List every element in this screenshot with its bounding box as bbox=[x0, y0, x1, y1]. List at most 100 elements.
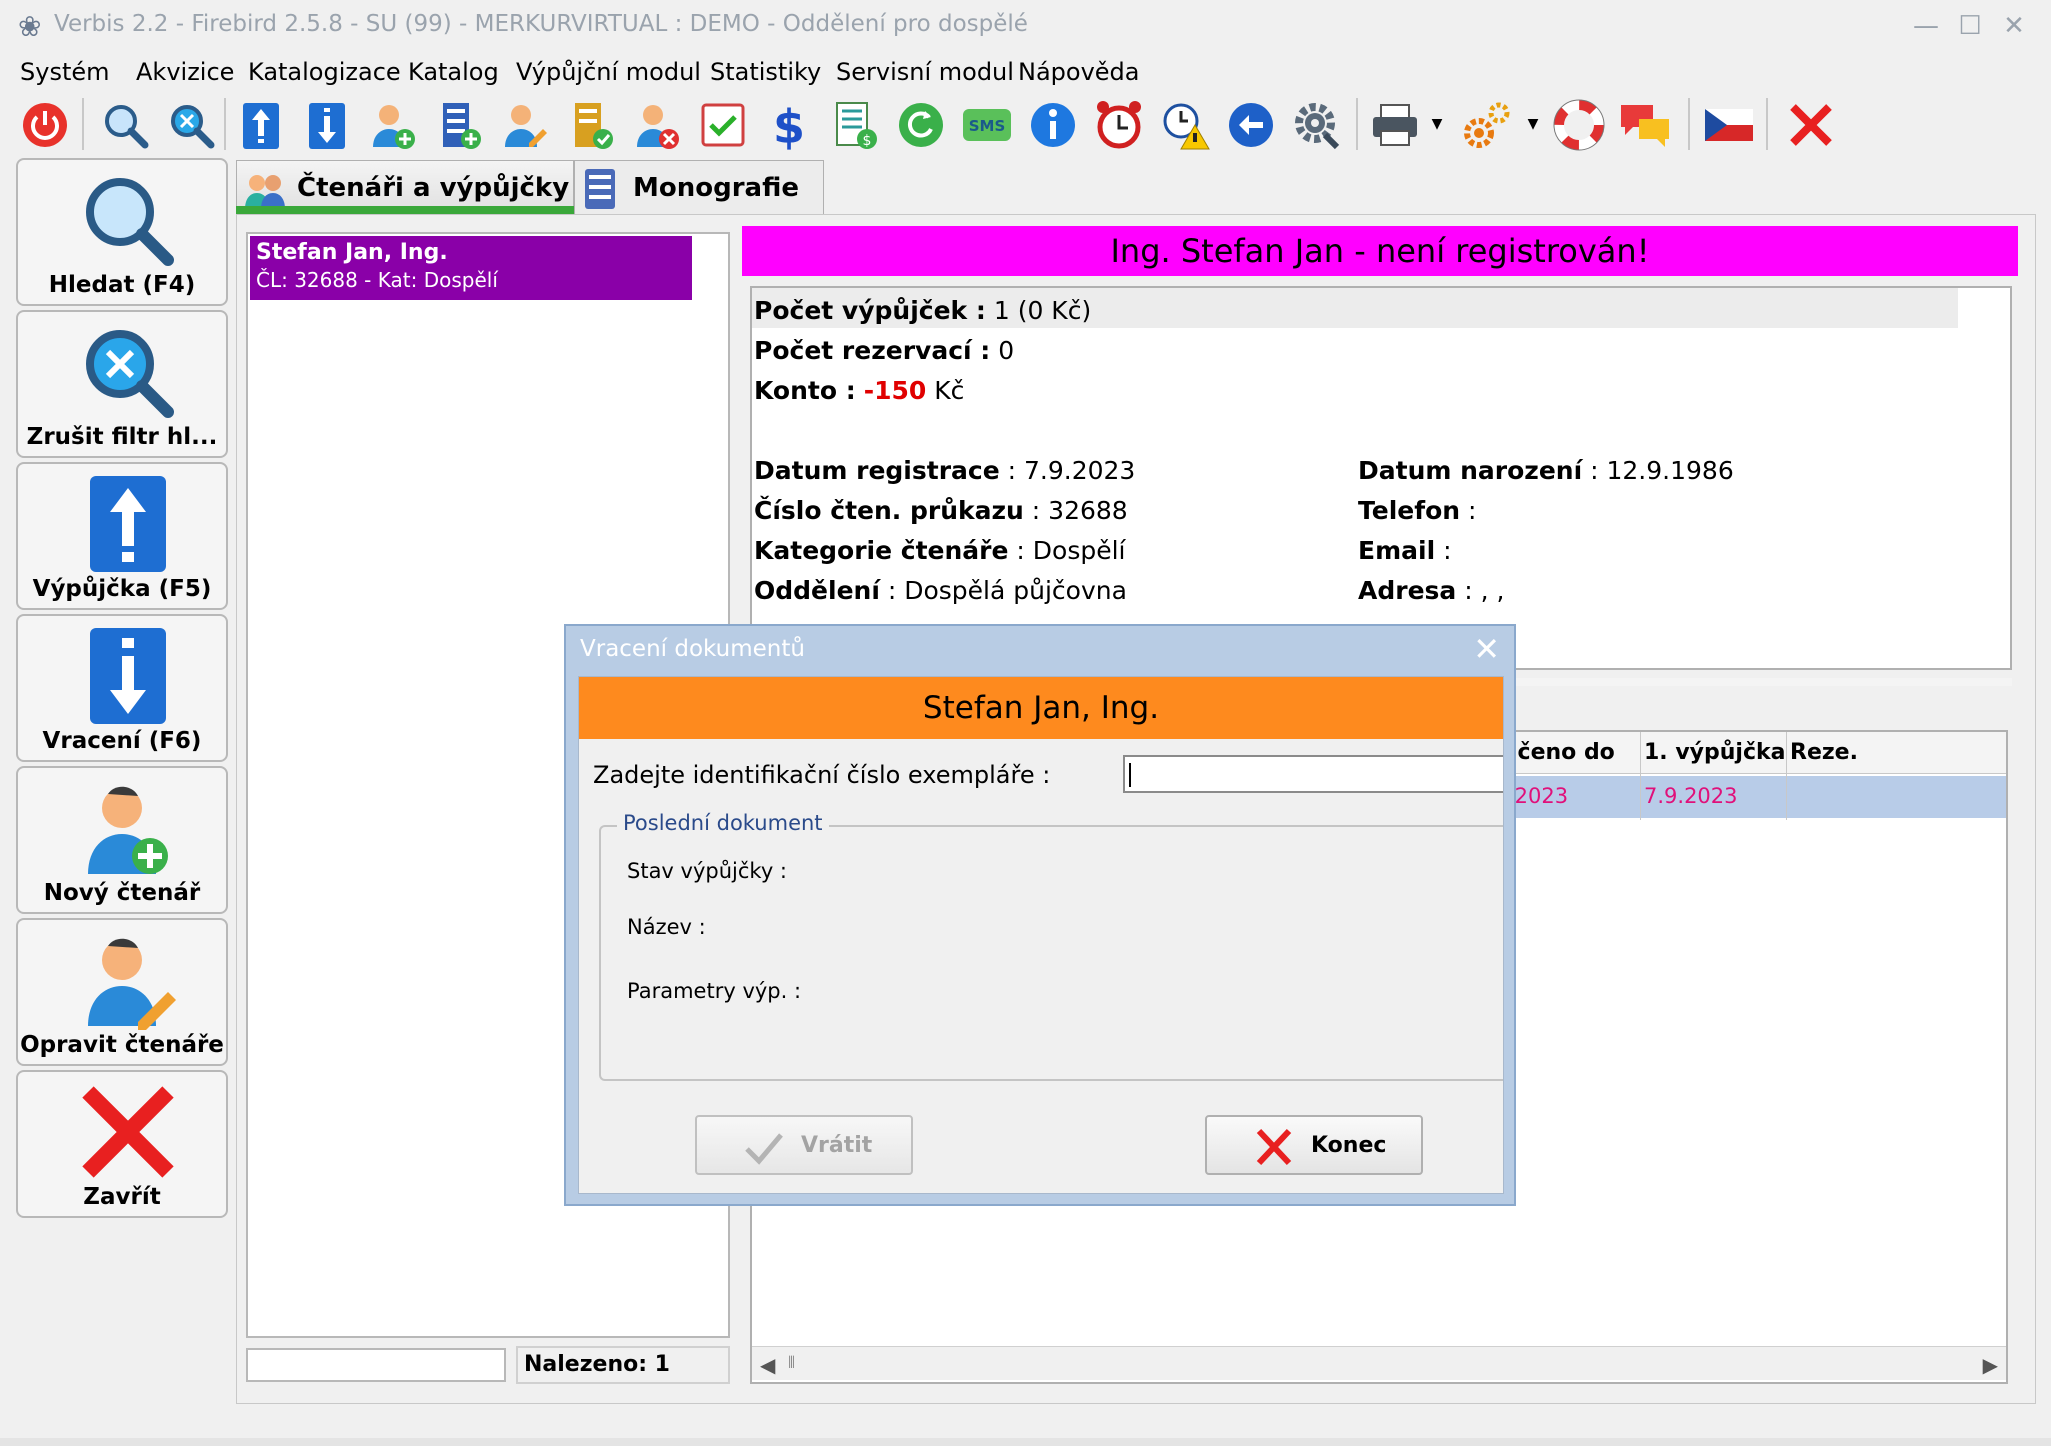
search-button-label: Hledat (F4) bbox=[48, 272, 196, 298]
reservations-count: Počet rezervací : 0 bbox=[754, 336, 1015, 365]
found-count-label: Nalezeno: 1 bbox=[516, 1346, 730, 1384]
loan-arrow-up-icon[interactable] bbox=[232, 96, 288, 152]
return-button[interactable]: Vracení (F6) bbox=[16, 614, 228, 762]
app-icon: ❀ bbox=[18, 10, 42, 43]
column-header-due[interactable]: jčeno do bbox=[1510, 740, 1615, 765]
title-bar: ❀ Verbis 2.2 - Firebird 2.5.8 - SU (99) … bbox=[0, 0, 2051, 52]
menu-system[interactable]: Systém bbox=[20, 58, 110, 86]
svg-text:SMS: SMS bbox=[969, 117, 1006, 135]
maximize-button[interactable]: ☐ bbox=[1952, 8, 1988, 44]
dialog-reader-banner: Stefan Jan, Ing. bbox=[579, 677, 1503, 739]
payments-list-icon[interactable]: $ bbox=[826, 96, 882, 152]
menu-katalog[interactable]: Katalog bbox=[408, 58, 499, 86]
column-header-first-loan[interactable]: 1. výpůjčka bbox=[1644, 740, 1785, 765]
status-strip bbox=[0, 1438, 2051, 1446]
loan-button[interactable]: Výpůjčka (F5) bbox=[16, 462, 228, 610]
vratit-button-label: Vrátit bbox=[801, 1133, 873, 1158]
search-button[interactable]: Hledat (F4) bbox=[16, 158, 228, 306]
clear-filter-button[interactable]: Zrušit filtr hl... bbox=[16, 310, 228, 458]
gears-dropdown-icon[interactable]: ▼ bbox=[1524, 96, 1542, 152]
cell-first-loan: 7.9.2023 bbox=[1644, 784, 1738, 808]
edit-reader-large-icon bbox=[88, 938, 176, 1030]
edit-reader-icon[interactable] bbox=[496, 96, 552, 152]
lifebuoy-icon[interactable] bbox=[1550, 96, 1606, 152]
chat-icon[interactable] bbox=[1616, 96, 1672, 152]
printer-dropdown-icon[interactable]: ▼ bbox=[1428, 96, 1446, 152]
scroll-right-icon[interactable]: ▶ bbox=[1983, 1353, 1998, 1377]
dialog-close-icon[interactable]: ✕ bbox=[1473, 630, 1500, 668]
active-tab-indicator bbox=[236, 206, 574, 214]
clear-search-icon[interactable] bbox=[162, 96, 218, 152]
svg-text:$: $ bbox=[773, 100, 805, 153]
red-x-icon bbox=[1256, 1128, 1292, 1166]
dialog-title: Vracení dokumentů bbox=[580, 636, 805, 662]
readers-icon bbox=[245, 175, 285, 209]
return-arrow-down-icon[interactable] bbox=[298, 96, 354, 152]
info-icon[interactable] bbox=[1024, 96, 1080, 152]
close-window-button[interactable]: ✕ bbox=[1996, 8, 2032, 44]
new-reader-button[interactable]: Nový čtenář bbox=[16, 766, 228, 914]
edit-reader-button[interactable]: Opravit čtenáře bbox=[16, 918, 228, 1066]
checklist-icon[interactable] bbox=[694, 96, 750, 152]
grid-column-divider bbox=[1786, 732, 1787, 820]
alarm-clock-icon[interactable] bbox=[1090, 96, 1146, 152]
scroll-left-icon[interactable]: ◀ bbox=[760, 1353, 775, 1377]
loan-status-label: Stav výpůjčky : bbox=[627, 859, 788, 883]
search-icon[interactable] bbox=[96, 96, 152, 152]
item-id-input[interactable] bbox=[1123, 755, 1503, 793]
toolbar: $ $ SMS ▼ ▼ bbox=[0, 94, 2051, 156]
title-label: Název : bbox=[627, 915, 706, 939]
gears-icon[interactable] bbox=[1458, 96, 1514, 152]
reader-list-item[interactable]: Stefan Jan, Ing. ČL: 32688 - Kat: Dospěl… bbox=[250, 236, 692, 300]
column-header-reservation[interactable]: Reze. bbox=[1790, 740, 1858, 765]
reader-item-details: ČL: 32688 - Kat: Dospělí bbox=[256, 268, 498, 292]
refresh-icon[interactable] bbox=[892, 96, 948, 152]
close-x-icon[interactable] bbox=[1782, 96, 1838, 152]
konec-button-label: Konec bbox=[1311, 1133, 1387, 1158]
konec-button[interactable]: Konec bbox=[1205, 1115, 1423, 1175]
czech-flag-icon[interactable] bbox=[1700, 96, 1756, 152]
new-reader-button-label: Nový čtenář bbox=[43, 880, 201, 906]
back-arrow-icon[interactable] bbox=[1222, 96, 1278, 152]
minimize-button[interactable]: — bbox=[1908, 8, 1944, 44]
warning-clock-icon[interactable] bbox=[1156, 96, 1212, 152]
tab-monografie[interactable]: Monografie bbox=[574, 160, 824, 214]
list-filter-input[interactable] bbox=[246, 1348, 506, 1382]
menu-akvizice[interactable]: Akvizice bbox=[136, 58, 234, 86]
menu-servisni-modul[interactable]: Servisní modul bbox=[836, 58, 1014, 86]
vratit-button[interactable]: Vrátit bbox=[695, 1115, 913, 1175]
power-icon[interactable] bbox=[16, 96, 72, 152]
printer-icon[interactable] bbox=[1366, 96, 1422, 152]
shelf-icon bbox=[585, 169, 615, 209]
clear-filter-button-label: Zrušit filtr hl... bbox=[26, 424, 218, 450]
menu-katalogizace[interactable]: Katalogizace bbox=[248, 58, 401, 86]
menu-vypujcni-modul[interactable]: Výpůjční modul bbox=[516, 58, 701, 86]
magnifier-icon bbox=[86, 178, 174, 266]
add-book-icon[interactable] bbox=[430, 96, 486, 152]
close-button-label: Zavřít bbox=[83, 1184, 161, 1210]
scroll-thumb-icon[interactable]: ⦀ bbox=[788, 1353, 795, 1373]
edit-reader-button-label: Opravit čtenáře bbox=[20, 1032, 224, 1058]
menu-napoveda[interactable]: Nápověda bbox=[1018, 58, 1140, 86]
book-check-icon[interactable] bbox=[562, 96, 618, 152]
reader-department: Oddělení : Dospělá půjčovna bbox=[754, 576, 1127, 605]
tab-monografie-label: Monografie bbox=[633, 173, 799, 203]
sms-icon[interactable]: SMS bbox=[958, 96, 1014, 152]
dollar-icon[interactable]: $ bbox=[760, 96, 816, 154]
return-down-icon bbox=[90, 628, 166, 724]
return-button-label: Vracení (F6) bbox=[42, 728, 202, 754]
item-id-prompt: Zadejte identifikační číslo exempláře : bbox=[593, 761, 1051, 789]
reader-status-banner: Ing. Stefan Jan - není registrován! bbox=[742, 226, 2018, 276]
menu-statistiky[interactable]: Statistiky bbox=[710, 58, 821, 86]
add-reader-icon[interactable] bbox=[364, 96, 420, 152]
close-button[interactable]: Zavřít bbox=[16, 1070, 228, 1218]
grid-column-divider bbox=[1640, 732, 1641, 820]
delete-reader-icon[interactable] bbox=[628, 96, 684, 152]
account-balance: Konto : -150 Kč bbox=[754, 376, 965, 405]
window-title: Verbis 2.2 - Firebird 2.5.8 - SU (99) - … bbox=[54, 11, 1028, 37]
last-document-group-label: Poslední dokument bbox=[617, 811, 829, 835]
horizontal-scrollbar[interactable]: ◀ ⦀ ▶ bbox=[752, 1346, 2006, 1380]
reader-category: Kategorie čtenáře : Dospělí bbox=[754, 536, 1126, 565]
loan-button-label: Výpůjčka (F5) bbox=[32, 576, 212, 602]
settings-gear-icon[interactable] bbox=[1288, 96, 1344, 152]
